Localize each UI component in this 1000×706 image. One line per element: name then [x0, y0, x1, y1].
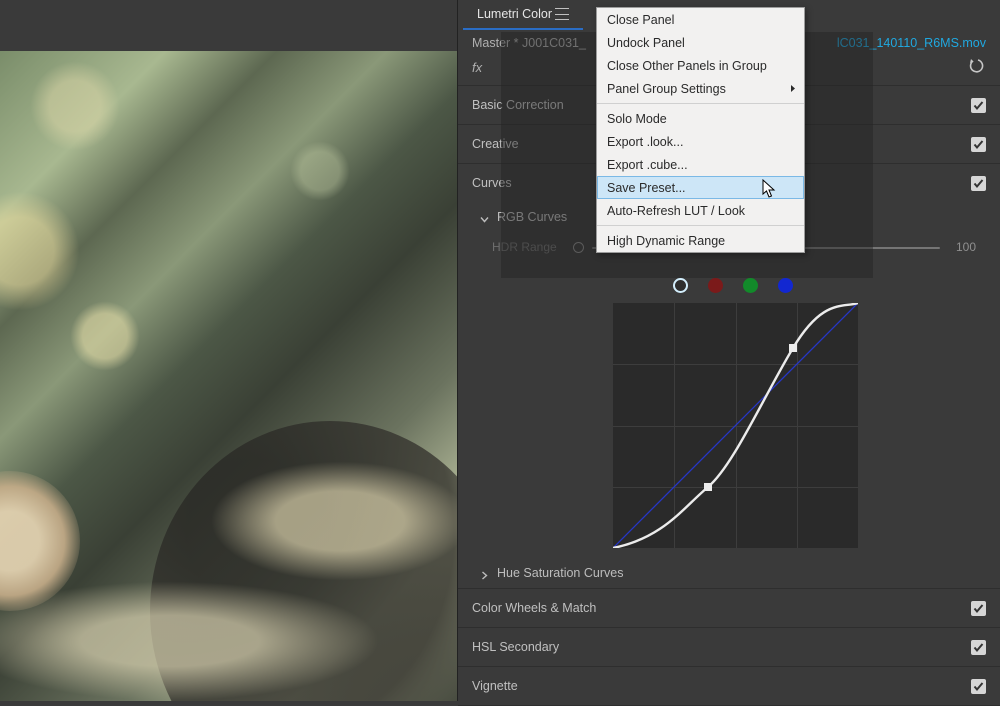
panel-tab[interactable]: Lumetri Color [463, 0, 583, 30]
menu-save-preset[interactable]: Save Preset... [597, 176, 804, 199]
menu-separator [597, 225, 804, 226]
clip-link[interactable]: lC031_140110_R6MS.mov [837, 36, 986, 50]
curve-channel-selector [608, 262, 858, 303]
channel-blue[interactable] [778, 278, 793, 293]
section-toggle-basic[interactable] [971, 98, 986, 113]
menu-close-panel[interactable]: Close Panel [597, 8, 804, 31]
section-toggle-hsl[interactable] [971, 640, 986, 655]
section-toggle-vignette[interactable] [971, 679, 986, 694]
menu-panel-group-settings[interactable]: Panel Group Settings [597, 77, 804, 100]
menu-hdr[interactable]: High Dynamic Range [597, 229, 804, 252]
rgb-curve-editor[interactable] [613, 303, 858, 548]
rgb-curves-label: RGB Curves [497, 210, 567, 224]
panel-title: Lumetri Color [477, 7, 552, 21]
section-toggle-creative[interactable] [971, 137, 986, 152]
curve-point[interactable] [704, 483, 712, 491]
section-color-wheels[interactable]: Color Wheels & Match [458, 588, 1000, 627]
section-label: Vignette [472, 679, 518, 693]
channel-luma[interactable] [673, 278, 688, 293]
menu-auto-refresh[interactable]: Auto-Refresh LUT / Look [597, 199, 804, 222]
chevron-down-icon [480, 213, 489, 222]
panel-menu-icon[interactable] [555, 8, 569, 20]
chevron-right-icon [480, 569, 489, 578]
section-hsl-secondary[interactable]: HSL Secondary [458, 627, 1000, 666]
menu-solo-mode[interactable]: Solo Mode [597, 107, 804, 130]
fx-badge[interactable]: fx [472, 60, 482, 75]
section-label: Basic Correction [472, 98, 564, 112]
reset-icon[interactable] [969, 59, 986, 76]
menu-close-other[interactable]: Close Other Panels in Group [597, 54, 804, 77]
panel-flyout-menu: Close Panel Undock Panel Close Other Pan… [596, 7, 805, 253]
hue-sat-label: Hue Saturation Curves [497, 566, 623, 580]
menu-undock-panel[interactable]: Undock Panel [597, 31, 804, 54]
menu-export-cube[interactable]: Export .cube... [597, 153, 804, 176]
hdr-radio-icon[interactable] [573, 242, 584, 253]
section-toggle-wheels[interactable] [971, 601, 986, 616]
video-preview [0, 51, 457, 701]
section-vignette[interactable]: Vignette [458, 666, 1000, 706]
section-label: Curves [472, 176, 512, 190]
menu-separator [597, 103, 804, 104]
section-toggle-curves[interactable] [971, 176, 986, 191]
channel-green[interactable] [743, 278, 758, 293]
submenu-caret-icon [790, 82, 796, 96]
curve-svg [613, 303, 858, 548]
curve-point[interactable] [789, 344, 797, 352]
channel-red[interactable] [708, 278, 723, 293]
section-label: Creative [472, 137, 519, 151]
hue-saturation-row[interactable]: Hue Saturation Curves [458, 548, 1000, 588]
clip-master-label: Master * J001C031_ [472, 36, 586, 50]
section-label: Color Wheels & Match [472, 601, 596, 615]
hdr-range-value[interactable]: 100 [956, 240, 976, 254]
section-label: HSL Secondary [472, 640, 559, 654]
menu-export-look[interactable]: Export .look... [597, 130, 804, 153]
hdr-range-label: HDR Range [492, 240, 557, 254]
